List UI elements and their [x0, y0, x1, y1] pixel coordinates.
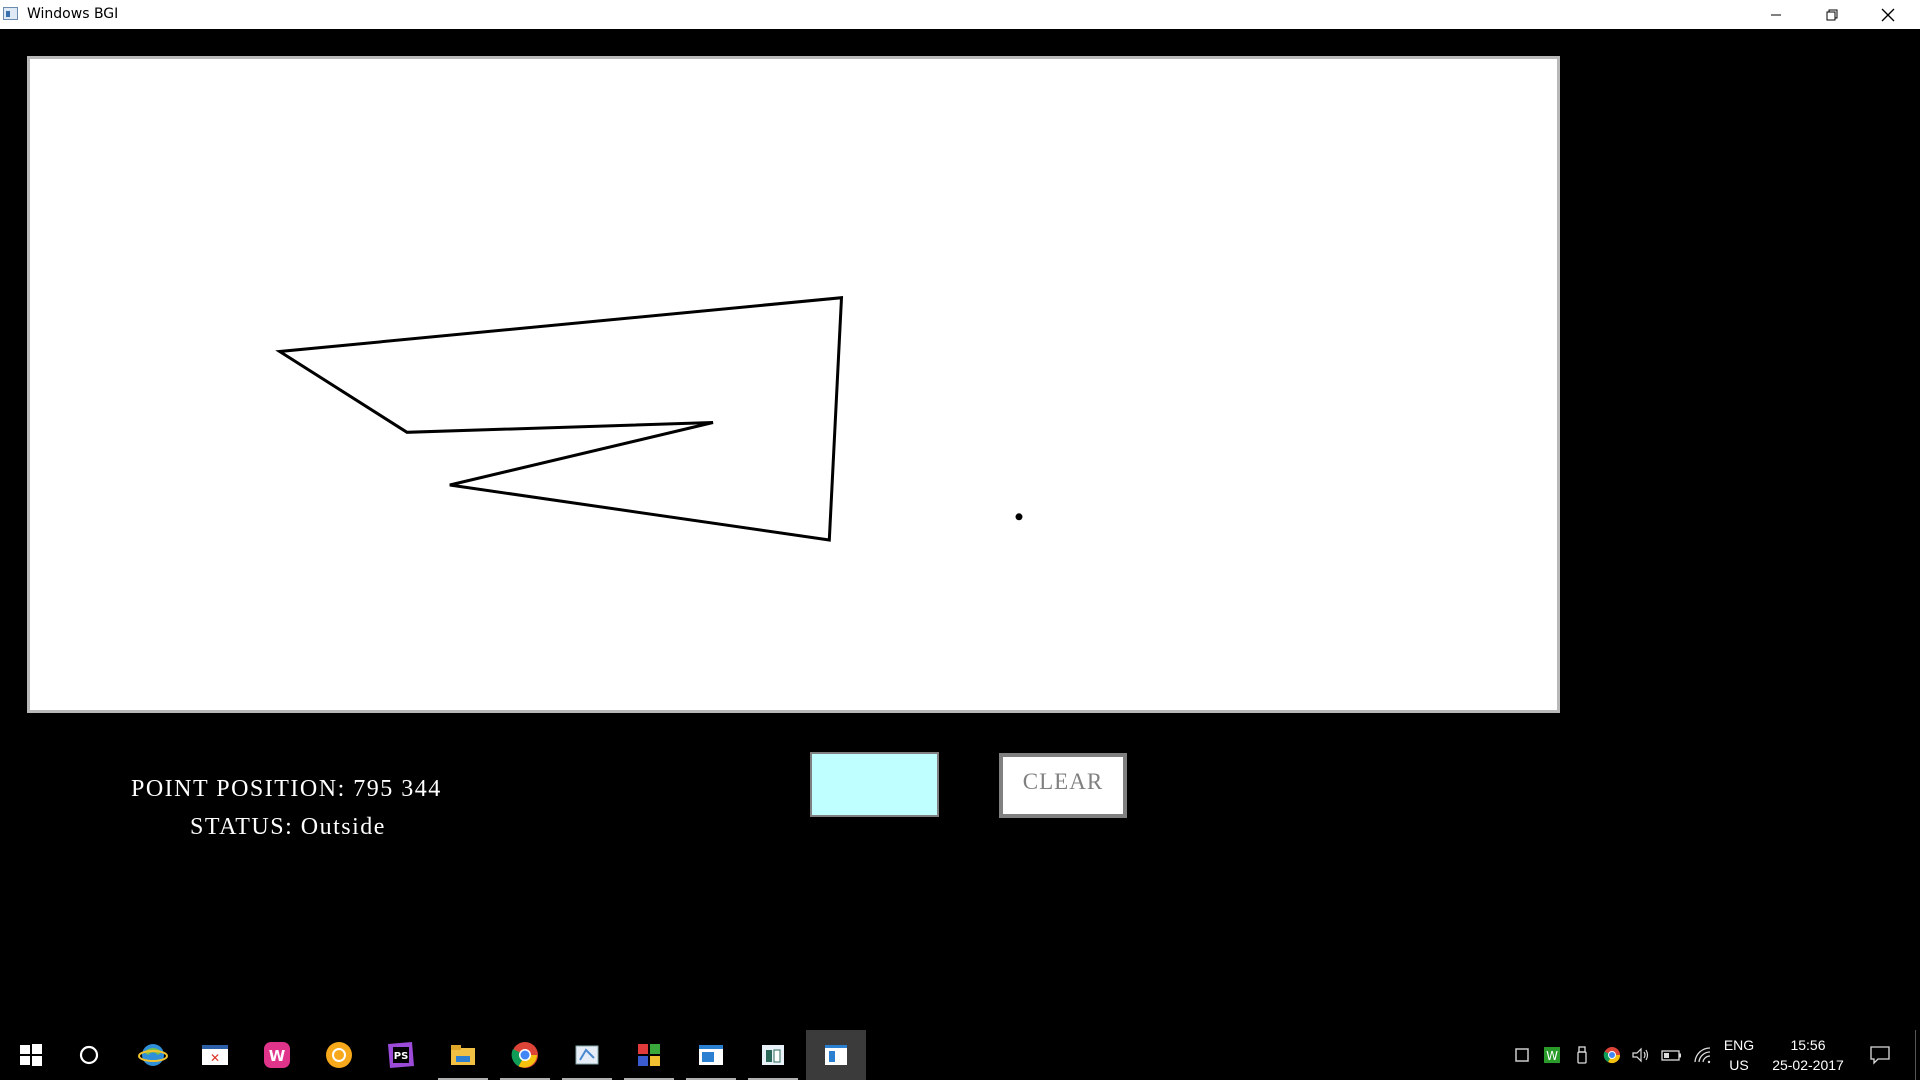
- tray-wamp-icon: W: [1544, 1047, 1560, 1063]
- svg-text:W: W: [269, 1047, 286, 1065]
- show-desktop-button[interactable]: [1915, 1030, 1916, 1080]
- taskbar-ie[interactable]: [122, 1030, 184, 1080]
- restore-icon: [1826, 9, 1838, 20]
- bgi-icon: [762, 1045, 784, 1065]
- cortana-button[interactable]: [58, 1030, 120, 1080]
- codeblocks-icon: [699, 1045, 723, 1065]
- svg-text:✕: ✕: [210, 1051, 220, 1065]
- battery-icon: [1661, 1050, 1681, 1061]
- volume-icon: [1632, 1047, 1649, 1063]
- close-button[interactable]: [1860, 0, 1916, 29]
- status-line: STATUS: Outside: [190, 814, 386, 841]
- taskbar-file-explorer[interactable]: [432, 1030, 494, 1080]
- close-icon: [1881, 8, 1895, 21]
- taskbar: ✕ W PS W: [0, 1030, 1920, 1080]
- language-code: ENG: [1723, 1037, 1755, 1053]
- title-bar: Windows BGI: [0, 0, 1920, 29]
- taskbar-wamp[interactable]: W: [246, 1030, 308, 1080]
- drawing-canvas[interactable]: [27, 56, 1560, 713]
- tray-battery[interactable]: [1660, 1030, 1684, 1080]
- chrome-tray-icon: [1603, 1047, 1621, 1064]
- taskbar-sublime[interactable]: [308, 1030, 370, 1080]
- status-value: Outside: [300, 814, 386, 840]
- start-button[interactable]: [0, 1030, 62, 1080]
- cortana-icon: [79, 1045, 99, 1065]
- language-indicator[interactable]: ENG US: [1718, 1035, 1760, 1075]
- minimize-icon: [1771, 14, 1781, 15]
- clock-time: 15:56: [1790, 1037, 1826, 1053]
- taskbar-paint[interactable]: [556, 1030, 618, 1080]
- notification-icon: [1870, 1046, 1890, 1065]
- usb-icon: [1577, 1046, 1587, 1064]
- clock-date: 25-02-2017: [1772, 1057, 1844, 1073]
- point-position-value: 795 344: [353, 776, 442, 802]
- svg-text:W: W: [1546, 1049, 1558, 1063]
- app-icon: [638, 1044, 660, 1066]
- tray-wifi[interactable]: [1691, 1030, 1713, 1080]
- file-explorer-icon: [451, 1045, 475, 1065]
- keyboard-layout: US: [1729, 1057, 1749, 1073]
- tray-volume[interactable]: [1630, 1030, 1652, 1080]
- tray-usb[interactable]: [1572, 1030, 1592, 1080]
- taskbar-bgi[interactable]: [742, 1030, 804, 1080]
- tray-app[interactable]: [1512, 1030, 1532, 1080]
- xampp-icon: ✕: [202, 1045, 228, 1065]
- tray-chrome[interactable]: [1601, 1030, 1623, 1080]
- taskbar-phpstorm[interactable]: PS: [370, 1030, 432, 1080]
- paint-icon: [575, 1045, 599, 1065]
- test-point: [1015, 513, 1023, 521]
- point-position-line: POINT POSITION: 795 344: [131, 776, 442, 803]
- wifi-icon: [1694, 1047, 1711, 1064]
- canvas-drawing: [275, 296, 1023, 542]
- action-center-button[interactable]: [1862, 1030, 1898, 1080]
- bgi-window-icon: [825, 1045, 847, 1065]
- polygon-shape: [275, 296, 844, 542]
- chrome-icon: [511, 1042, 538, 1068]
- taskbar-chrome[interactable]: [494, 1030, 556, 1080]
- sublime-icon: [326, 1042, 352, 1068]
- svg-text:PS: PS: [394, 1051, 409, 1062]
- taskbar-xampp[interactable]: ✕: [184, 1030, 246, 1080]
- bgi-window-icon: [3, 7, 18, 20]
- taskbar-codeblocks[interactable]: [680, 1030, 742, 1080]
- point-position-label: POINT POSITION:: [131, 776, 346, 802]
- minimize-button[interactable]: [1748, 0, 1804, 29]
- restore-button[interactable]: [1804, 0, 1860, 29]
- color-swatch-button[interactable]: [810, 752, 939, 817]
- windows-start-icon: [20, 1044, 42, 1066]
- clear-button[interactable]: CLEAR: [999, 753, 1127, 818]
- window-title: Windows BGI: [27, 6, 119, 22]
- taskbar-app[interactable]: [618, 1030, 680, 1080]
- taskbar-bgi-window[interactable]: [806, 1030, 866, 1080]
- tray-app-icon: [1515, 1048, 1529, 1062]
- ie-globe-icon: [138, 1044, 168, 1066]
- wamp-icon: W: [264, 1042, 290, 1068]
- status-label: STATUS:: [190, 814, 294, 840]
- system-clock[interactable]: 15:56 25-02-2017: [1760, 1035, 1856, 1075]
- phpstorm-icon: PS: [388, 1042, 414, 1068]
- tray-wamp[interactable]: W: [1541, 1030, 1563, 1080]
